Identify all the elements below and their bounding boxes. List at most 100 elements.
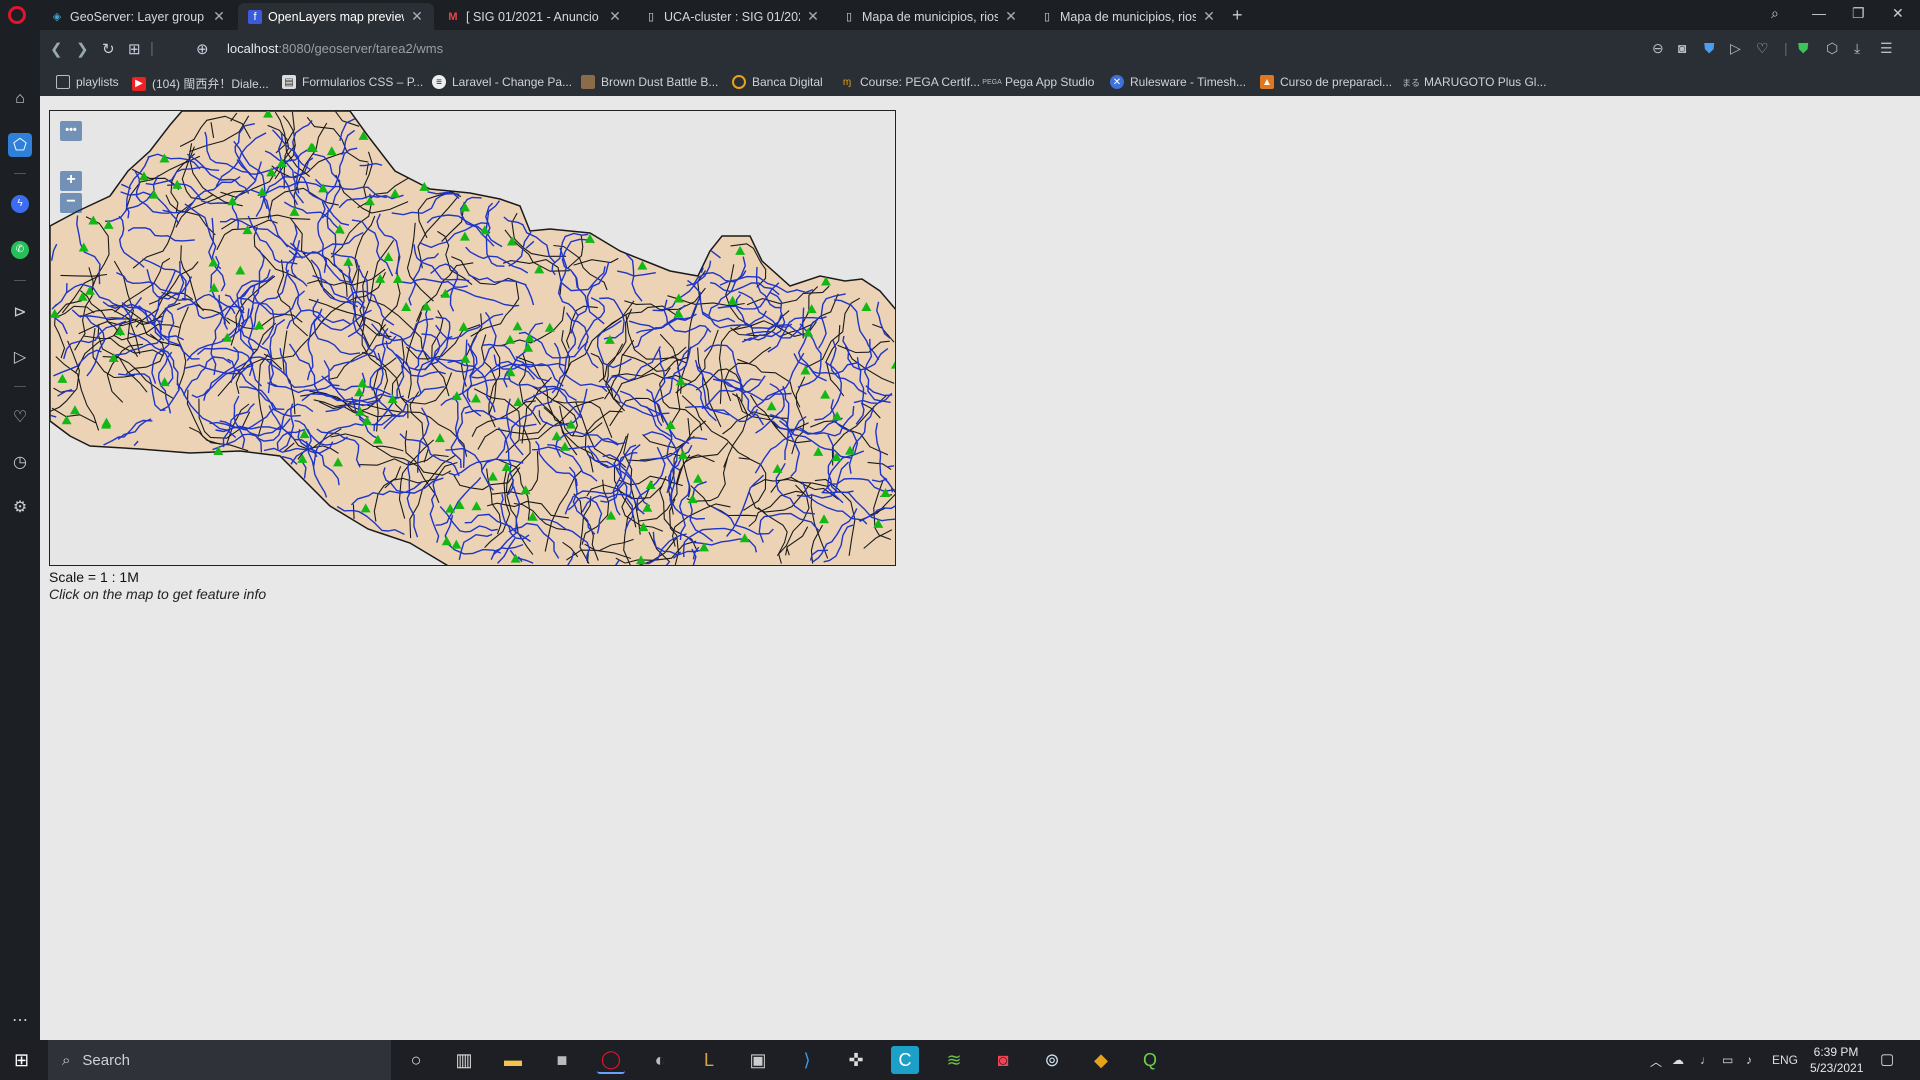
tab-uca-cluster[interactable]: ▯ UCA-cluster : SIG 01/2021 : ✕ [634, 3, 830, 30]
discord-icon[interactable]: ◙ [989, 1046, 1017, 1074]
send-icon[interactable]: ▷ [8, 345, 32, 369]
tab-title: Mapa de municipios, rios y [1060, 9, 1196, 24]
close-icon[interactable]: ✕ [608, 8, 622, 25]
bookmarks-heart-icon[interactable]: ♡ [8, 405, 32, 429]
close-icon[interactable]: ✕ [212, 8, 226, 25]
bookmark-label: Brown Dust Battle B... [601, 75, 719, 89]
notifications-icon[interactable]: ▢ [1880, 1050, 1894, 1068]
more-options-icon[interactable]: ⋯ [8, 1008, 32, 1032]
tab-gmail[interactable]: M [ SIG 01/2021 - Anuncio ] S ✕ [436, 3, 632, 30]
separator: | [1784, 40, 1788, 56]
game-icon[interactable]: ▣ [744, 1046, 772, 1074]
opera-logo-icon[interactable] [8, 6, 26, 24]
tab-mapa-1[interactable]: ▯ Mapa de municipios, rios y ✕ [832, 3, 1028, 30]
bookmark-marugoto[interactable]: まる MARUGOTO Plus Gl... [1402, 75, 1546, 89]
cloud-icon[interactable]: ☁ [1672, 1053, 1684, 1067]
clock[interactable]: 6:39 PM 5/23/2021 [1810, 1044, 1863, 1076]
forward-icon[interactable]: ❯ [76, 40, 89, 58]
bookmark-banca-digital[interactable]: Banca Digital [732, 75, 823, 89]
settings-gear-icon[interactable]: ⚙ [8, 495, 32, 519]
tray-overflow-icon[interactable]: ︿ [1650, 1053, 1662, 1070]
league-icon[interactable]: L [695, 1046, 723, 1074]
gamepad-icon[interactable]: ✜ [842, 1046, 870, 1074]
bookmark-brown-dust[interactable]: Brown Dust Battle B... [581, 75, 718, 89]
snapshot-icon[interactable]: ◙ [1678, 40, 1686, 56]
terminal-icon[interactable]: ■ [548, 1046, 576, 1074]
layer-switcher-button[interactable]: ••• [60, 121, 82, 141]
search-tabs-icon[interactable]: ⌕ [1771, 5, 1779, 22]
c-app-icon[interactable]: C [891, 1046, 919, 1074]
bookmark-pega-studio[interactable]: PEGA Pega App Studio [982, 75, 1094, 89]
openlayers-icon: f [248, 9, 262, 24]
whatsapp-icon[interactable]: ✆ [8, 238, 32, 262]
git-icon[interactable]: ◆ [1087, 1046, 1115, 1074]
vpn-shield-icon[interactable]: ⛊ [1704, 40, 1715, 57]
reload-icon[interactable]: ↻ [102, 40, 115, 58]
bookmark-playlists[interactable]: playlists [56, 75, 119, 89]
folder-icon [56, 75, 70, 89]
steam-icon[interactable]: ⊚ [1038, 1046, 1066, 1074]
game-icon [581, 75, 595, 89]
player-icon[interactable]: ⊳ [8, 300, 32, 324]
minimize-icon[interactable]: — [1812, 5, 1826, 21]
bookmark-curso[interactable]: ▲ Curso de preparaci... [1260, 75, 1392, 89]
bookmark-pega-course[interactable]: ɱ Course: PEGA Certif... [840, 75, 980, 89]
zoom-in-button[interactable]: + [60, 171, 82, 191]
app-icon[interactable]: ◐ [646, 1046, 674, 1074]
back-icon[interactable]: ❮ [50, 40, 63, 58]
cortana-icon[interactable]: ○ [402, 1046, 430, 1074]
map-canvas[interactable] [50, 111, 896, 566]
bookmark-youtube[interactable]: ▶ (104) 閩西弁！Diale... [132, 75, 269, 92]
bookmark-label: Formularios CSS – P... [302, 75, 424, 89]
language-indicator[interactable]: ENG [1772, 1053, 1798, 1067]
document-icon: ▯ [1043, 11, 1051, 23]
close-icon[interactable]: ✕ [1202, 8, 1216, 25]
network-icon[interactable]: ▭ [1722, 1053, 1733, 1067]
bookmark-heart-icon[interactable]: ♡ [1756, 40, 1769, 57]
bookmark-label: Course: PEGA Certif... [860, 75, 981, 89]
zoom-out-button[interactable]: − [60, 193, 82, 213]
separator [14, 280, 26, 281]
bookmark-formularios[interactable]: ▤ Formularios CSS – P... [282, 75, 423, 89]
windows-start-icon[interactable]: ⊞ [14, 1050, 29, 1071]
tab-geoserver[interactable]: ◈ GeoServer: Layer group ✕ [40, 3, 236, 30]
map-viewport[interactable]: ••• + − [49, 110, 896, 566]
task-view-icon[interactable]: ▥ [450, 1046, 478, 1074]
mic-icon[interactable]: ♩ [1700, 1053, 1712, 1067]
zoom-page-icon[interactable]: ⊖ [1652, 40, 1664, 57]
extensions-cube-icon[interactable]: ⬡ [1826, 40, 1838, 57]
taskbar-search[interactable]: ⌕ Search [48, 1040, 391, 1080]
tab-title: OpenLayers map preview [268, 9, 404, 24]
easy-setup-icon[interactable]: ☰ [1880, 40, 1893, 57]
rulesware-icon: ✕ [1110, 75, 1124, 89]
url-field[interactable]: localhost:8080/geoserver/tarea2/wms [227, 41, 443, 56]
search-placeholder: Search [82, 1051, 130, 1069]
history-clock-icon[interactable]: ◷ [8, 450, 32, 474]
download-icon[interactable]: ⤓ [1854, 40, 1860, 57]
file-explorer-icon[interactable]: ▬ [499, 1046, 527, 1074]
vscode-icon[interactable]: ⟩ [793, 1046, 821, 1074]
municipal-border [352, 504, 355, 520]
home-icon[interactable]: ⌂ [8, 87, 32, 111]
separator [14, 386, 26, 387]
bookmark-laravel[interactable]: ≡ Laravel - Change Pa... [432, 75, 572, 89]
speed-dial-icon[interactable]: ⬠ [8, 133, 32, 157]
close-icon[interactable]: ✕ [806, 8, 820, 25]
close-icon[interactable]: ✕ [1004, 8, 1018, 25]
qgis-icon[interactable]: Q [1136, 1046, 1164, 1074]
messenger-icon[interactable]: ϟ [8, 192, 32, 216]
new-tab-button[interactable]: + [1232, 5, 1243, 26]
tab-mapa-2[interactable]: ▯ Mapa de municipios, rios y ✕ [1030, 3, 1226, 30]
bookmark-rulesware[interactable]: ✕ Rulesware - Timesh... [1110, 75, 1246, 89]
bluestacks-icon[interactable]: ≋ [940, 1046, 968, 1074]
tab-openlayers-preview[interactable]: f OpenLayers map preview ✕ [238, 3, 434, 30]
volume-icon[interactable]: ♪ [1746, 1053, 1752, 1067]
tabs-grid-icon[interactable]: ⊞ [128, 40, 141, 58]
close-window-icon[interactable]: ✕ [1892, 5, 1904, 22]
adblock-shield-icon[interactable]: ⛊ [1798, 40, 1809, 57]
restore-icon[interactable]: ❐ [1852, 5, 1865, 22]
close-icon[interactable]: ✕ [410, 8, 424, 25]
opera-taskbar-icon[interactable]: ◯ [597, 1046, 625, 1074]
browser-sidebar: ⌂ ⬠ ϟ ✆ ⊳ ▷ ♡ ◷ ⚙ ⋯ [0, 30, 40, 1040]
send-icon[interactable]: ▷ [1730, 40, 1741, 57]
